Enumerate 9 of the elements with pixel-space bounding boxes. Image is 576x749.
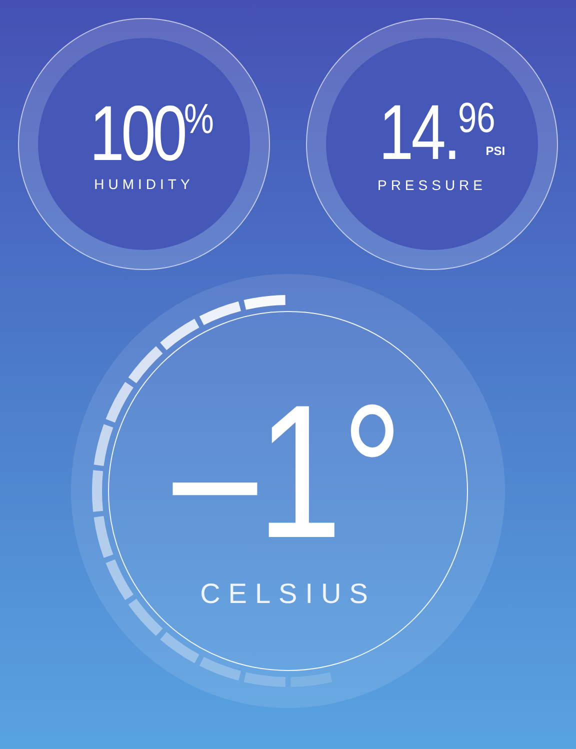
pressure-value: 14. <box>378 92 458 170</box>
humidity-label: HUMIDITY <box>94 174 194 194</box>
pressure-label: PRESSURE <box>377 176 487 194</box>
humidity-unit: % <box>184 98 214 140</box>
humidity-value: 100 <box>90 94 184 172</box>
temperature-value: –1° <box>173 377 403 567</box>
temperature-unit-label: CELSIUS <box>200 577 376 611</box>
pressure-decimals: 96 <box>458 96 496 138</box>
pressure-unit: PSI <box>486 144 506 156</box>
